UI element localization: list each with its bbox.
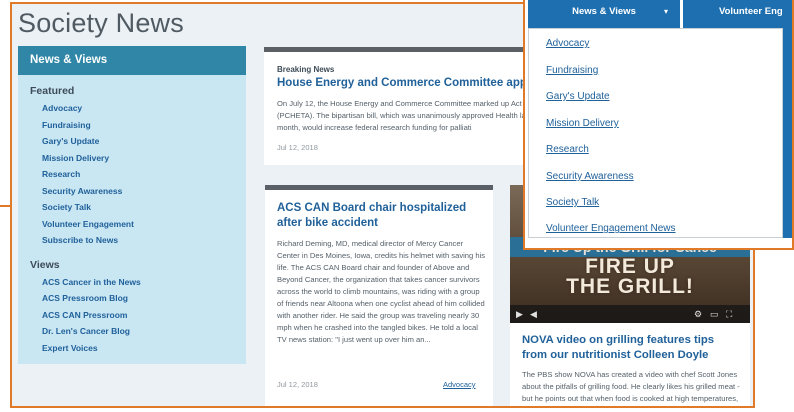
menu-item-advocacy[interactable]: Advocacy [546,38,589,49]
video-frame-line: THE GRILL! [566,275,694,298]
nav-tab-label: Volunteer Eng [719,6,783,17]
sidebar-item-mission-delivery[interactable]: Mission Delivery [42,150,246,167]
breaking-news-label: Breaking News [277,65,335,74]
sidebar-item-society-talk[interactable]: Society Talk [42,199,246,216]
menu-item-volunteer-engagement-news[interactable]: Volunteer Engagement News [546,223,676,234]
page-title: Society News [18,8,184,38]
menu-item-research[interactable]: Research [546,144,589,155]
views-title: Views [30,258,60,271]
sidebar-item-fundraising[interactable]: Fundraising [42,117,246,134]
breaking-news-card: Breaking News House Energy and Commerce … [264,47,544,165]
menu-item-security-awareness[interactable]: Security Awareness [546,171,634,182]
sidebar-item-research[interactable]: Research [42,166,246,183]
article-headline-link[interactable]: NOVA video on grilling features tips fro… [522,333,742,363]
callout-connector-line [0,205,12,207]
sidebar-item-subscribe[interactable]: Subscribe to News [42,232,246,249]
nav-tab-label: News & Views [572,6,636,17]
article-date: Jul 12, 2018 [277,143,318,152]
sidebar: News & Views Featured Advocacy Fundraisi… [18,46,246,364]
article-summary: Richard Deming, MD, medical director of … [277,239,486,344]
captions-icon[interactable]: ▭ [710,305,719,323]
card-top-bar [265,185,493,190]
article-headline-link[interactable]: ACS CAN Board chair hospitalized after b… [277,201,477,231]
featured-title: Featured [30,85,75,97]
sidebar-item-dr-lens-blog[interactable]: Dr. Len's Cancer Blog [42,323,246,340]
nav-tab-volunteer-engagement[interactable]: Volunteer Eng [683,0,792,28]
sidebar-item-volunteer-engagement[interactable]: Volunteer Engagement [42,216,246,233]
card-top-bar [264,47,544,52]
settings-icon[interactable]: ⚙ [694,305,702,323]
article-summary: The PBS show NOVA has created a video wi… [522,370,740,403]
category-tag-link[interactable]: Advocacy [443,380,476,389]
news-views-dropdown-callout: News & Views ▾ Volunteer Eng Advocacy Fu… [523,0,794,250]
menu-item-society-talk[interactable]: Society Talk [546,197,599,208]
play-icon[interactable]: ▶ [516,305,523,323]
video-controls: ▶ ◀ ⚙ ▭ ⛶ [510,305,750,323]
sidebar-item-acs-cancer-news[interactable]: ACS Cancer in the News [42,274,246,291]
caret-down-icon: ▾ [664,7,669,16]
nav-tab-news-views[interactable]: News & Views [528,0,680,28]
video-frame-line: FIRE UP [585,255,675,278]
dropdown-menu: Advocacy Fundraising Gary's Update Missi… [528,28,783,238]
nav-background-edge [783,28,792,238]
fullscreen-icon[interactable]: ⛶ [726,305,732,323]
sidebar-item-advocacy[interactable]: Advocacy [42,100,246,117]
article-date: Jul 12, 2018 [277,380,318,389]
sidebar-item-acs-can-pressroom[interactable]: ACS CAN Pressroom [42,307,246,324]
article-summary: On July 12, the House Energy and Commerc… [277,99,532,132]
video-frame-text: FIRE UP THE GRILL! [510,255,750,298]
sidebar-header: News & Views [18,46,246,75]
article-card: ACS CAN Board chair hospitalized after b… [265,185,493,406]
sidebar-item-acs-pressroom-blog[interactable]: ACS Pressroom Blog [42,290,246,307]
menu-item-garys-update[interactable]: Gary's Update [546,91,610,102]
sidebar-item-expert-voices[interactable]: Expert Voices [42,340,246,357]
top-nav: News & Views ▾ Volunteer Eng [525,0,792,28]
sidebar-item-garys-update[interactable]: Gary's Update [42,133,246,150]
volume-icon[interactable]: ◀ [530,305,537,323]
menu-item-mission-delivery[interactable]: Mission Delivery [546,118,619,129]
article-headline-link[interactable]: House Energy and Commerce Committee appr [277,76,531,91]
menu-item-fundraising[interactable]: Fundraising [546,65,598,76]
sidebar-item-security-awareness[interactable]: Security Awareness [42,183,246,200]
